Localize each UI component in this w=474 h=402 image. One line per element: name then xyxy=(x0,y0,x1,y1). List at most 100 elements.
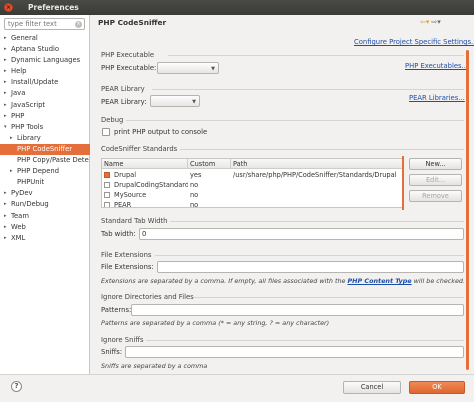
new-standard-button[interactable]: New... xyxy=(409,158,462,170)
row-checkbox[interactable] xyxy=(104,182,110,188)
window-titlebar: × Preferences xyxy=(0,0,474,15)
table-row[interactable]: MySource no xyxy=(102,190,403,200)
cell-custom: yes xyxy=(190,171,202,179)
tree-item-general[interactable]: ▸ General xyxy=(0,33,90,44)
php-executables-link[interactable]: PHP Executables... xyxy=(405,62,468,70)
standards-table: Name Custom Path Drupal yes /usr/share/p… xyxy=(101,158,404,208)
ok-button[interactable]: OK xyxy=(409,381,465,394)
tree-item-label: Team xyxy=(11,211,29,220)
cell-name: PEAR xyxy=(114,201,132,208)
php-executable-select[interactable]: ▼ xyxy=(157,62,219,74)
tree-item-run-debug[interactable]: ▸ Run/Debug xyxy=(0,199,90,210)
row-checkbox[interactable] xyxy=(104,192,110,198)
expand-arrow-icon[interactable]: ▸ xyxy=(4,111,7,122)
preferences-sidebar: × ▸ General ▸ Aptana Studio ▸ Dynamic Langu… xyxy=(0,15,90,374)
section-divider xyxy=(126,120,464,121)
close-icon: × xyxy=(5,4,12,11)
php-executable-section-title: PHP Executable xyxy=(101,51,155,59)
help-icon[interactable]: ? xyxy=(11,381,22,392)
cell-custom: no xyxy=(190,181,199,189)
file-extensions-input[interactable] xyxy=(157,261,464,273)
file-extensions-label: File Extensions: xyxy=(101,263,154,271)
tree-item-label: PHP CodeSniffer xyxy=(17,144,73,153)
tree-item-php-copy-paste-detector[interactable]: PHP Copy/Paste Dete xyxy=(0,155,90,166)
expand-arrow-icon[interactable]: ▸ xyxy=(10,166,13,177)
tree-item-aptana-studio[interactable]: ▸ Aptana Studio xyxy=(0,44,90,55)
tree-item-label: Install/Update xyxy=(11,78,59,87)
tree-item-php-depend[interactable]: ▸ PHP Depend xyxy=(0,166,90,177)
page-scrollbar[interactable] xyxy=(466,50,469,370)
tree-item-php-codesniffer[interactable]: PHP CodeSniffer xyxy=(0,143,90,156)
tree-item-xml[interactable]: ▸ XML xyxy=(0,233,90,244)
back-arrow-icon[interactable]: ⇦▾ xyxy=(420,18,429,26)
expand-arrow-icon[interactable]: ▸ xyxy=(4,222,7,233)
expand-arrow-icon[interactable]: ▸ xyxy=(4,211,7,222)
row-checkbox[interactable] xyxy=(104,172,110,178)
remove-standard-button[interactable]: Remove xyxy=(409,190,462,202)
expand-arrow-icon[interactable]: ▸ xyxy=(4,44,7,55)
cell-name: MySource xyxy=(114,191,147,199)
sniffs-hint: Sniffs are separated by a comma xyxy=(101,362,208,370)
tree-item-label: Java xyxy=(11,89,26,98)
section-divider xyxy=(180,149,464,150)
table-header: Name Custom Path xyxy=(102,159,403,169)
row-checkbox[interactable] xyxy=(104,202,110,207)
expand-arrow-icon[interactable]: ▸ xyxy=(4,66,7,77)
tree-item-php-tools[interactable]: ▾ PHP Tools xyxy=(0,122,90,133)
expand-arrow-icon[interactable]: ▸ xyxy=(4,188,7,199)
pear-library-select[interactable]: ▼ xyxy=(150,95,200,107)
configure-project-settings-link[interactable]: Configure Project Specific Settings... xyxy=(354,38,474,46)
tree-item-install-update[interactable]: ▸ Install/Update xyxy=(0,77,90,88)
window-close-button[interactable]: × xyxy=(4,3,13,12)
edit-standard-button[interactable]: Edit... xyxy=(409,174,462,186)
expand-arrow-icon[interactable]: ▸ xyxy=(4,77,7,88)
tree-item-label: PHP Tools xyxy=(11,122,44,131)
table-scrollbar[interactable] xyxy=(402,156,404,210)
cancel-button[interactable]: Cancel xyxy=(343,381,401,394)
expand-arrow-icon[interactable]: ▸ xyxy=(4,88,7,99)
pear-libraries-link[interactable]: PEAR Libraries... xyxy=(409,94,465,102)
tree-item-web[interactable]: ▸ Web xyxy=(0,222,90,233)
tree-item-dynamic-languages[interactable]: ▸ Dynamic Languages xyxy=(0,55,90,66)
filter-input[interactable] xyxy=(8,19,72,29)
expand-arrow-icon[interactable]: ▸ xyxy=(4,55,7,66)
expand-arrow-icon[interactable]: ▸ xyxy=(10,133,13,144)
tab-width-input[interactable]: 0 xyxy=(139,228,464,240)
tree-item-label: JavaScript xyxy=(11,100,46,109)
sniffs-input[interactable] xyxy=(125,346,464,358)
column-header-custom[interactable]: Custom xyxy=(188,159,231,169)
cell-path xyxy=(231,200,403,207)
collapse-arrow-icon[interactable]: ▾ xyxy=(4,122,7,133)
clear-filter-icon[interactable]: × xyxy=(75,21,82,28)
expand-arrow-icon[interactable]: ▸ xyxy=(4,100,7,111)
tree-item-help[interactable]: ▸ Help xyxy=(0,66,90,77)
page-title: PHP CodeSniffer xyxy=(98,18,167,27)
forward-arrow-icon[interactable]: ⇨▾ xyxy=(431,18,440,26)
pear-library-section-title: PEAR Library xyxy=(101,85,145,93)
tree-item-pydev[interactable]: ▸ PyDev xyxy=(0,188,90,199)
php-content-type-link[interactable]: PHP Content Type xyxy=(347,277,411,285)
expand-arrow-icon[interactable]: ▸ xyxy=(4,199,7,210)
table-row[interactable]: PEAR no xyxy=(102,200,403,208)
column-header-path[interactable]: Path xyxy=(231,159,403,169)
tab-width-section-title: Standard Tab Width xyxy=(101,217,168,225)
table-row[interactable]: Drupal yes /usr/share/php/PHP/CodeSniffe… xyxy=(102,170,403,180)
expand-arrow-icon[interactable]: ▸ xyxy=(4,33,7,44)
tree-item-java[interactable]: ▸ Java xyxy=(0,88,90,99)
file-extensions-section-title: File Extensions xyxy=(101,251,152,259)
tree-item-label: PyDev xyxy=(11,189,33,198)
expand-arrow-icon[interactable]: ▸ xyxy=(4,233,7,244)
tree-item-library[interactable]: ▸ Library xyxy=(0,133,90,144)
tab-width-label: Tab width: xyxy=(101,230,136,238)
tree-item-label: Aptana Studio xyxy=(11,45,60,54)
column-header-name[interactable]: Name xyxy=(102,159,188,169)
print-php-output-checkbox[interactable] xyxy=(102,128,110,136)
tree-item-php[interactable]: ▸ PHP xyxy=(0,111,90,122)
sniffs-label: Sniffs: xyxy=(101,348,123,356)
tree-item-phpunit[interactable]: PHPUnit xyxy=(0,177,90,188)
tree-item-javascript[interactable]: ▸ JavaScript xyxy=(0,100,90,111)
patterns-input[interactable] xyxy=(131,304,464,316)
tree-item-team[interactable]: ▸ Team xyxy=(0,211,90,222)
cell-path xyxy=(231,180,403,190)
table-row[interactable]: DrupalCodingStandard no xyxy=(102,180,403,190)
